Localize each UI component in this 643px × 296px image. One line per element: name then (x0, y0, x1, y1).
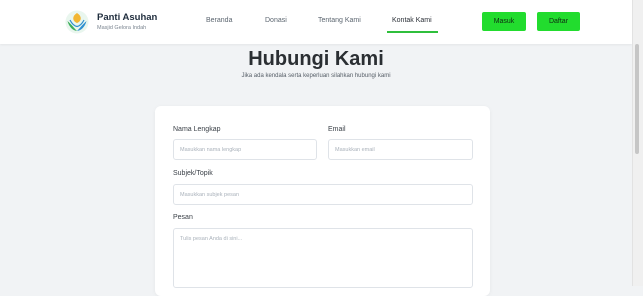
email-field[interactable]: Masukkan email (328, 139, 473, 160)
message-textarea[interactable]: Tulis pesan Anda di sini... (173, 228, 473, 288)
brand-name[interactable]: Panti Asuhan (97, 12, 157, 23)
nav-link-kontak-kami[interactable]: Kontak Kami (392, 17, 432, 24)
name-field[interactable]: Masukkan nama lengkap (173, 139, 317, 160)
message-label: Pesan (173, 214, 193, 221)
login-button[interactable]: Masuk (482, 12, 526, 31)
email-label: Email (328, 126, 346, 133)
leaf-hands-logo-icon[interactable] (65, 10, 89, 34)
nav-link-tentang-kami[interactable]: Tentang Kami (318, 17, 361, 24)
active-nav-indicator (387, 31, 438, 33)
page-subtitle: Jika ada kendala serta keperluan silahka… (241, 73, 391, 79)
register-button[interactable]: Daftar (537, 12, 580, 31)
nav-link-beranda[interactable]: Beranda (206, 17, 232, 24)
name-label: Nama Lengkap (173, 126, 221, 133)
brand-subtitle: Masjid Gelora Indah (97, 25, 147, 31)
contact-form-card: Nama Lengkap Masukkan nama lengkap Email… (155, 106, 490, 296)
nav-link-donasi[interactable]: Donasi (265, 17, 287, 24)
subject-field[interactable]: Masukkan subjek pesan (173, 184, 473, 205)
subject-label: Subjek/Topik (173, 170, 213, 177)
scrollbar-thumb[interactable] (635, 44, 639, 154)
page-title: Hubungi Kami (248, 48, 384, 70)
top-navbar: Panti Asuhan Masjid Gelora Indah Beranda… (0, 0, 632, 44)
